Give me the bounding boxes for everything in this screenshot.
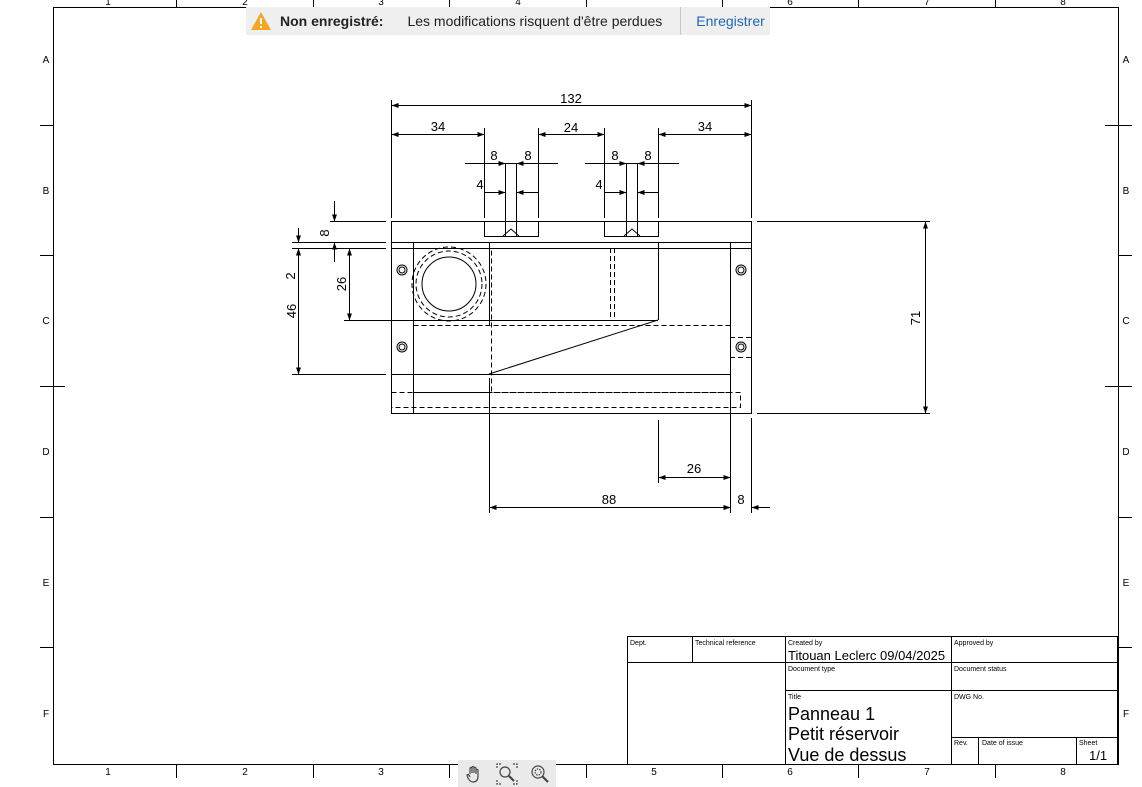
zone-left-D: D bbox=[42, 447, 49, 458]
sheet-frame bbox=[40, 0, 1132, 778]
dim-4-left: 4 bbox=[476, 177, 483, 192]
zone-right-D: D bbox=[1122, 447, 1129, 458]
dim-8-d: 8 bbox=[644, 148, 651, 163]
tb-title-label: Title bbox=[788, 694, 801, 701]
hidden-lines bbox=[391, 242, 751, 408]
dim-8-bottom: 8 bbox=[737, 492, 744, 507]
dim-26-vertical: 26 bbox=[334, 277, 349, 291]
zone-bottom-1: 1 bbox=[105, 767, 111, 778]
dim-8-b: 8 bbox=[524, 148, 531, 163]
dim-8-a: 8 bbox=[490, 148, 497, 163]
tb-techref-label: Technical reference bbox=[695, 640, 756, 647]
tb-title-line1: Panneau 1 bbox=[788, 704, 875, 724]
warning-triangle-icon bbox=[251, 12, 271, 30]
tb-doctype-label: Document type bbox=[788, 666, 835, 673]
notification-divider bbox=[680, 7, 682, 35]
zone-right-C: C bbox=[1122, 316, 1129, 327]
pan-hand-icon[interactable] bbox=[462, 763, 486, 785]
dim-26-horizontal: 26 bbox=[687, 461, 701, 476]
unsaved-notification-bar: Non enregistré: Les modifications risque… bbox=[246, 7, 770, 35]
zone-left-E: E bbox=[43, 578, 50, 589]
zone-left-A: A bbox=[43, 55, 50, 66]
dim-2-vertical: 2 bbox=[283, 272, 298, 279]
zone-right-B: B bbox=[1123, 186, 1130, 197]
zone-right-E: E bbox=[1123, 578, 1130, 589]
zone-bottom-6: 6 bbox=[787, 767, 793, 778]
zone-top-7: 7 bbox=[924, 0, 930, 8]
tb-title-line2: Petit réservoir bbox=[788, 724, 899, 744]
tb-sheet-label: Sheet bbox=[1079, 740, 1097, 747]
dim-8-c: 8 bbox=[611, 148, 618, 163]
zone-top-6: 6 bbox=[787, 0, 793, 8]
tb-created-label: Created by bbox=[788, 640, 823, 647]
tb-date-label: Date of issue bbox=[982, 740, 1023, 747]
zoom-icon[interactable] bbox=[495, 762, 519, 785]
dim-8-vertical: 8 bbox=[317, 229, 332, 236]
title-block: Dept. Technical reference Created by Tit… bbox=[627, 636, 1118, 765]
zone-left-C: C bbox=[42, 316, 49, 327]
zone-top-8: 8 bbox=[1060, 0, 1066, 8]
zone-labels: 1 2 3 4 6 7 8 1 2 3 5 6 7 8 A B C D E F … bbox=[42, 0, 1129, 778]
tb-dwg-label: DWG No. bbox=[954, 694, 984, 701]
zone-bottom-5: 5 bbox=[651, 767, 657, 778]
viewer-toolbar bbox=[458, 760, 556, 787]
notification-message: Les modifications risquent d'être perdue… bbox=[407, 13, 663, 29]
tb-approved-label: Approved by bbox=[954, 640, 994, 647]
zone-bottom-7: 7 bbox=[924, 767, 930, 778]
dim-34-right: 34 bbox=[698, 119, 712, 134]
zone-right-F: F bbox=[1123, 709, 1129, 720]
tb-title-line3: Vue de dessus bbox=[788, 745, 906, 765]
zone-bottom-8: 8 bbox=[1060, 767, 1066, 778]
tb-created-value: Titouan Leclerc 09/04/2025 bbox=[788, 648, 945, 663]
dim-34-left: 34 bbox=[431, 119, 445, 134]
part-geometry bbox=[391, 164, 752, 414]
tb-rev-label: Rev. bbox=[954, 740, 968, 747]
notification-title: Non enregistré: bbox=[280, 13, 384, 29]
tb-docstatus-label: Document status bbox=[954, 666, 1007, 673]
zone-bottom-3: 3 bbox=[378, 767, 384, 778]
dim-4-right: 4 bbox=[595, 177, 602, 192]
zone-top-1: 1 bbox=[105, 0, 111, 8]
dim-24: 24 bbox=[564, 120, 578, 135]
zoom-fit-icon[interactable] bbox=[528, 763, 552, 785]
dim-46-vertical: 46 bbox=[284, 304, 299, 318]
zone-left-B: B bbox=[43, 186, 50, 197]
drawing-sheet: 1 2 3 4 6 7 8 1 2 3 5 6 7 8 A B C D E F … bbox=[40, 0, 1132, 778]
tb-sheet-value: 1/1 bbox=[1089, 748, 1107, 763]
tb-dept-label: Dept. bbox=[630, 640, 647, 647]
dim-132: 132 bbox=[560, 91, 582, 106]
dimension-labels: 132 34 24 34 8 8 8 8 4 4 8 2 26 46 71 26… bbox=[283, 91, 923, 507]
dim-88: 88 bbox=[602, 492, 616, 507]
zone-right-A: A bbox=[1123, 55, 1130, 66]
save-button[interactable]: Enregistrer bbox=[696, 13, 764, 29]
zone-left-F: F bbox=[43, 709, 49, 720]
zone-bottom-2: 2 bbox=[242, 767, 248, 778]
dim-71-vertical: 71 bbox=[908, 311, 923, 325]
